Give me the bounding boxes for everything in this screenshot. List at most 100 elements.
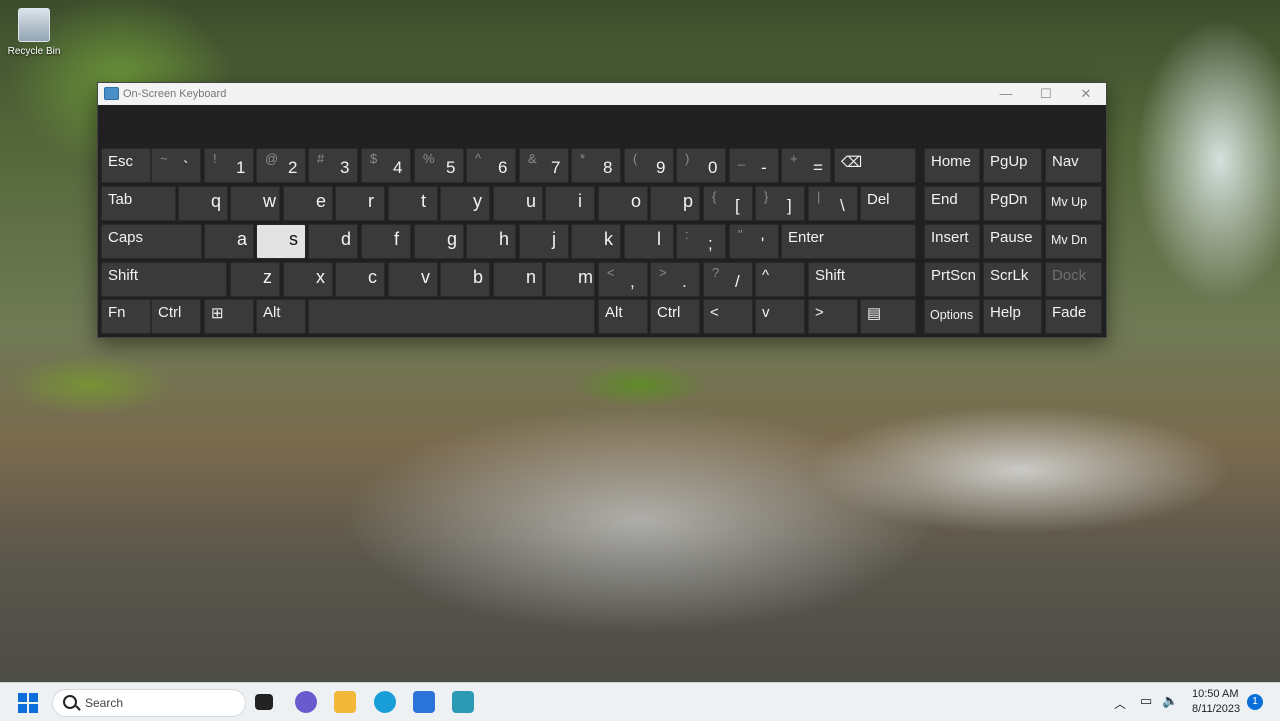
key-x[interactable]: x	[283, 262, 333, 297]
key-i[interactable]: i	[545, 186, 595, 221]
key-symbol[interactable]: <,	[598, 262, 648, 297]
key--[interactable]: ^	[755, 262, 805, 297]
key--[interactable]: ⊞	[204, 299, 254, 334]
title-bar[interactable]: On-Screen Keyboard — ☐ ✕	[98, 83, 1106, 105]
key-f[interactable]: f	[361, 224, 411, 259]
key-p[interactable]: p	[650, 186, 700, 221]
key-w[interactable]: w	[230, 186, 280, 221]
key-v[interactable]: v	[755, 299, 805, 334]
key-prtscn[interactable]: PrtScn	[924, 262, 980, 297]
key-a[interactable]: a	[204, 224, 254, 259]
key-symbol[interactable]: * 8	[571, 148, 621, 183]
clock-date[interactable]: 8/11/2023	[1192, 703, 1240, 715]
key-k[interactable]: k	[571, 224, 621, 259]
store-icon[interactable]	[413, 691, 435, 713]
key-scrlk[interactable]: ScrLk	[983, 262, 1042, 297]
key--[interactable]: <	[703, 299, 753, 334]
key-ctrl[interactable]: Ctrl	[151, 299, 201, 334]
key-shift[interactable]: Shift	[101, 262, 227, 297]
key-esc[interactable]: Esc	[101, 148, 151, 183]
chat-icon[interactable]	[295, 691, 317, 713]
key-symbol[interactable]: ) 0	[676, 148, 726, 183]
key-symbol[interactable]: ? /	[703, 262, 753, 297]
edge-browser-icon[interactable]	[374, 691, 396, 713]
key-v[interactable]: v	[388, 262, 438, 297]
file-explorer-icon[interactable]	[334, 691, 356, 713]
key-symbol[interactable]: $4	[361, 148, 411, 183]
key-s[interactable]: s	[256, 224, 306, 259]
clock-time[interactable]: 10:50 AM	[1192, 688, 1238, 700]
key-dock[interactable]: Dock	[1045, 262, 1102, 297]
key-symbol[interactable]: ~ `	[151, 148, 201, 183]
key-j[interactable]: j	[519, 224, 569, 259]
key-c[interactable]: c	[335, 262, 385, 297]
key-symbol[interactable]: :;	[676, 224, 726, 259]
taskbar-search-box[interactable]: Search	[52, 689, 246, 717]
key-e[interactable]: e	[283, 186, 333, 221]
key-shift[interactable]: Shift	[808, 262, 916, 297]
key-fade[interactable]: Fade	[1045, 299, 1102, 334]
key-symbol[interactable]: @2	[256, 148, 306, 183]
key-symbol[interactable]: }]	[755, 186, 805, 221]
key-symbol[interactable]: + =	[781, 148, 831, 183]
key-d[interactable]: d	[308, 224, 358, 259]
key-fn[interactable]: Fn	[101, 299, 151, 334]
key-pgup[interactable]: PgUp	[983, 148, 1042, 183]
key-t[interactable]: t	[388, 186, 438, 221]
key-n[interactable]: n	[493, 262, 543, 297]
key-symbol[interactable]: (9	[624, 148, 674, 183]
key-symbol[interactable]: & 7	[519, 148, 569, 183]
key-mv-dn[interactable]: Mv Dn	[1045, 224, 1102, 259]
key-symbol[interactable]: ! 1	[204, 148, 254, 183]
key-tab[interactable]: Tab	[101, 186, 176, 221]
key-options[interactable]: Options	[924, 299, 980, 334]
key-pause[interactable]: Pause	[983, 224, 1042, 259]
key-symbol[interactable]: " '	[729, 224, 779, 259]
network-icon[interactable]: ▭	[1140, 693, 1152, 709]
key-alt[interactable]: Alt	[598, 299, 648, 334]
key-pgdn[interactable]: PgDn	[983, 186, 1042, 221]
key-symbol[interactable]: _ -	[729, 148, 779, 183]
task-view-icon[interactable]	[255, 694, 273, 710]
key-symbol[interactable]: #3	[308, 148, 358, 183]
key-l[interactable]: l	[624, 224, 674, 259]
volume-icon[interactable]: 🔈	[1162, 693, 1178, 709]
key-z[interactable]: z	[230, 262, 280, 297]
key--[interactable]: >	[808, 299, 858, 334]
key-symbol[interactable]: {[	[703, 186, 753, 221]
key-space[interactable]	[308, 299, 595, 334]
key-mv-up[interactable]: Mv Up	[1045, 186, 1102, 221]
key-caps[interactable]: Caps	[101, 224, 202, 259]
on-screen-keyboard-taskbar-icon[interactable]	[452, 691, 474, 713]
minimize-button[interactable]: —	[986, 84, 1026, 104]
key-b[interactable]: b	[440, 262, 490, 297]
key-home[interactable]: Home	[924, 148, 980, 183]
key-q[interactable]: q	[178, 186, 228, 221]
close-button[interactable]: ✕	[1066, 84, 1106, 104]
recycle-bin-icon[interactable]: Recycle Bin	[5, 8, 63, 57]
key-h[interactable]: h	[466, 224, 516, 259]
key-symbol[interactable]: % 5	[414, 148, 464, 183]
key-symbol[interactable]: ^ 6	[466, 148, 516, 183]
key-insert[interactable]: Insert	[924, 224, 980, 259]
key-ctrl[interactable]: Ctrl	[650, 299, 700, 334]
key-nav[interactable]: Nav	[1045, 148, 1102, 183]
key-u[interactable]: u	[493, 186, 543, 221]
key-m[interactable]: m	[545, 262, 595, 297]
notification-badge[interactable]: 1	[1247, 694, 1263, 710]
key-g[interactable]: g	[414, 224, 464, 259]
start-button[interactable]	[18, 693, 38, 713]
key-alt[interactable]: Alt	[256, 299, 306, 334]
chevron-up-icon[interactable]: ︿	[1114, 695, 1126, 712]
key--[interactable]: ▤	[860, 299, 916, 334]
key-symbol[interactable]: | \	[808, 186, 858, 221]
key-help[interactable]: Help	[983, 299, 1042, 334]
maximize-button[interactable]: ☐	[1026, 84, 1066, 104]
key-enter[interactable]: Enter	[781, 224, 916, 259]
key-y[interactable]: y	[440, 186, 490, 221]
key-del[interactable]: Del	[860, 186, 916, 221]
key-symbol[interactable]: >.	[650, 262, 700, 297]
key-end[interactable]: End	[924, 186, 980, 221]
key--[interactable]: ⌫	[834, 148, 916, 183]
key-r[interactable]: r	[335, 186, 385, 221]
